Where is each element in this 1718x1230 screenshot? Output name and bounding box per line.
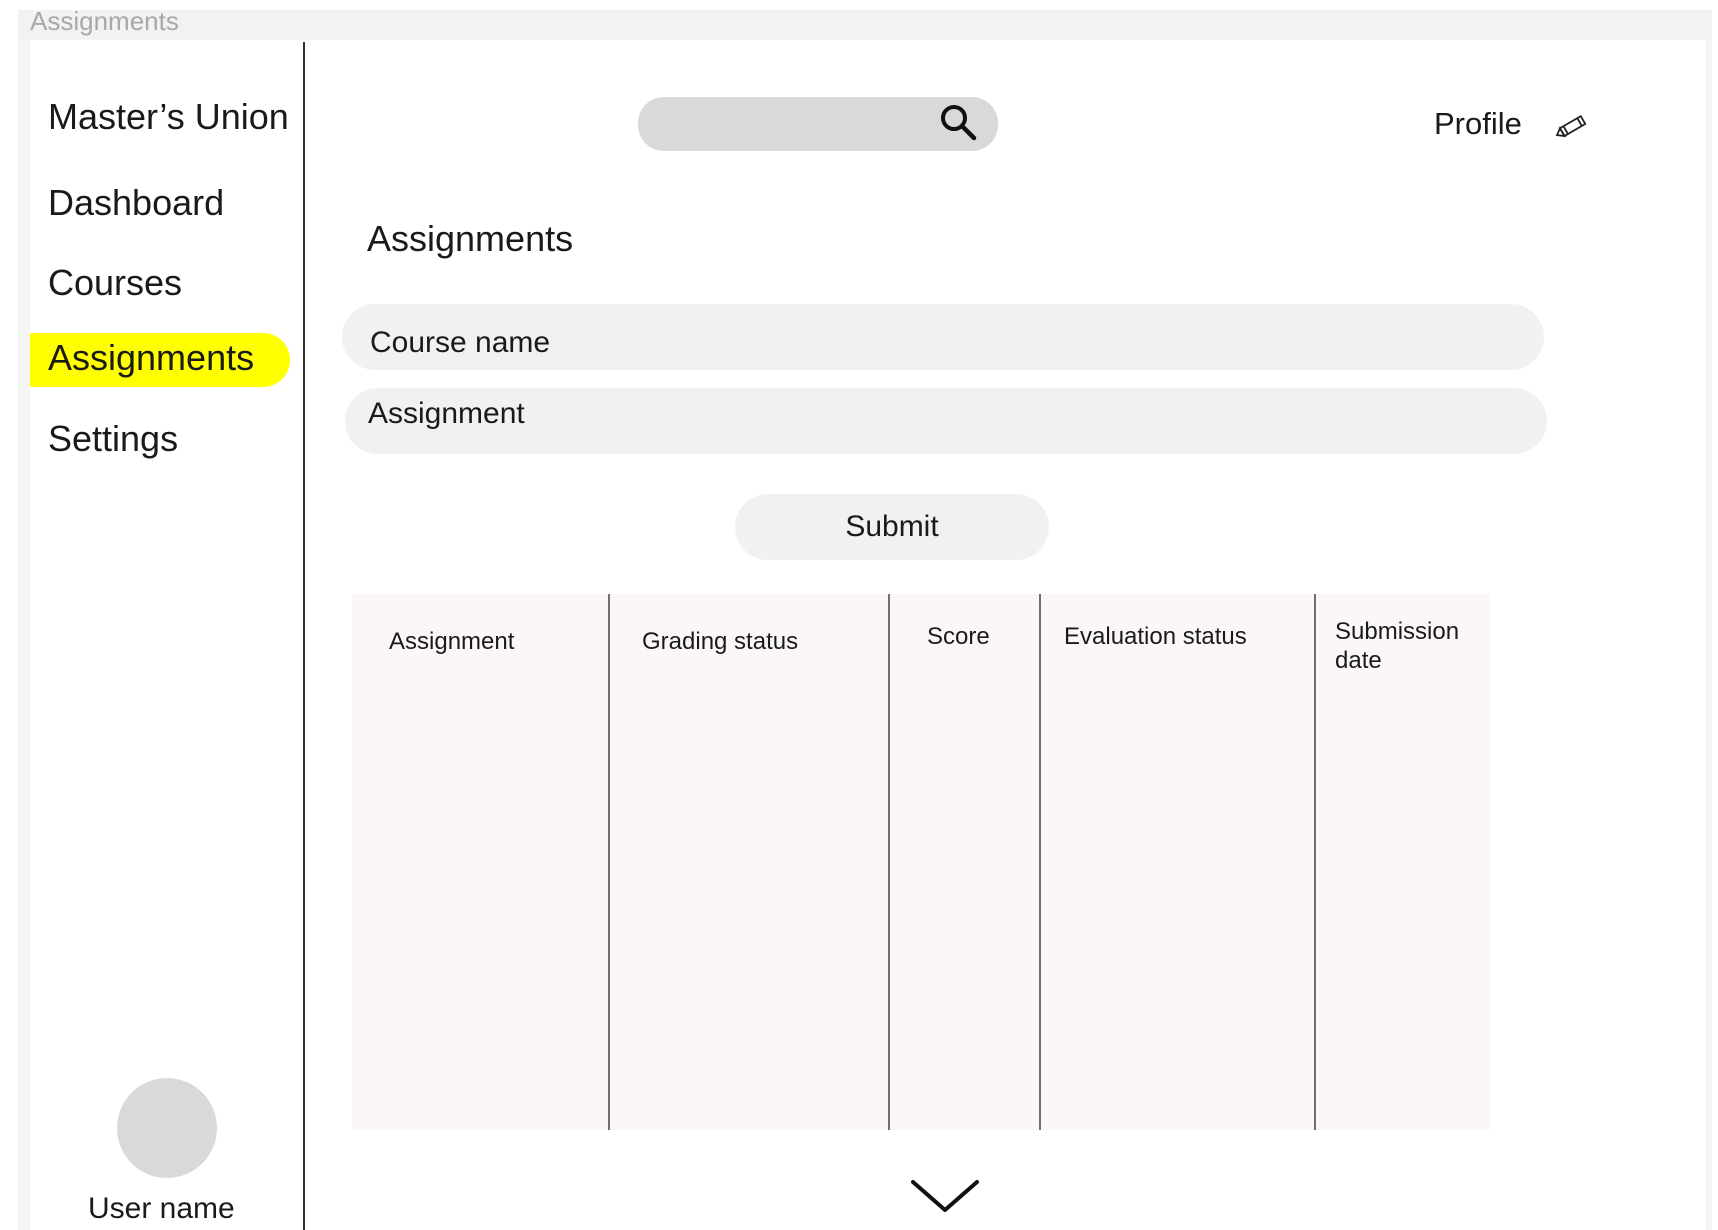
- column-header-score: Score: [927, 623, 990, 650]
- page-title: Assignments: [367, 218, 574, 259]
- sidebar-item-assignments[interactable]: Assignments: [48, 337, 254, 379]
- column-divider: [608, 594, 610, 1130]
- submit-button[interactable]: Submit: [735, 494, 1049, 560]
- search-icon[interactable]: [938, 102, 978, 142]
- column-header-submission-date: Submission date: [1335, 618, 1460, 674]
- assignments-table: [352, 594, 1490, 1130]
- column-divider: [1314, 594, 1316, 1130]
- column-header-evaluation-status: Evaluation status: [1064, 623, 1247, 650]
- avatar[interactable]: [117, 1078, 217, 1178]
- course-name-label: Course name: [370, 326, 551, 359]
- column-divider: [1039, 594, 1041, 1130]
- frame-title: Assignments: [30, 6, 179, 36]
- chevron-down-icon[interactable]: [910, 1178, 980, 1216]
- sidebar-item-settings[interactable]: Settings: [48, 418, 178, 460]
- brand-title: Master’s Union: [48, 96, 289, 137]
- assignment-label: Assignment: [368, 397, 525, 430]
- submit-label: Submit: [845, 510, 939, 543]
- column-divider: [888, 594, 890, 1130]
- column-header-grading-status: Grading status: [642, 628, 799, 655]
- profile-link[interactable]: Profile: [1434, 106, 1522, 142]
- pencil-icon[interactable]: [1553, 110, 1591, 144]
- user-name: User name: [88, 1192, 235, 1225]
- sidebar-divider: [303, 42, 305, 1230]
- sidebar-item-courses[interactable]: Courses: [48, 262, 182, 304]
- column-header-assignment: Assignment: [389, 628, 515, 655]
- sidebar-item-dashboard[interactable]: Dashboard: [48, 182, 224, 224]
- frame-title-bar: [18, 10, 1712, 40]
- assignment-field[interactable]: [345, 388, 1547, 454]
